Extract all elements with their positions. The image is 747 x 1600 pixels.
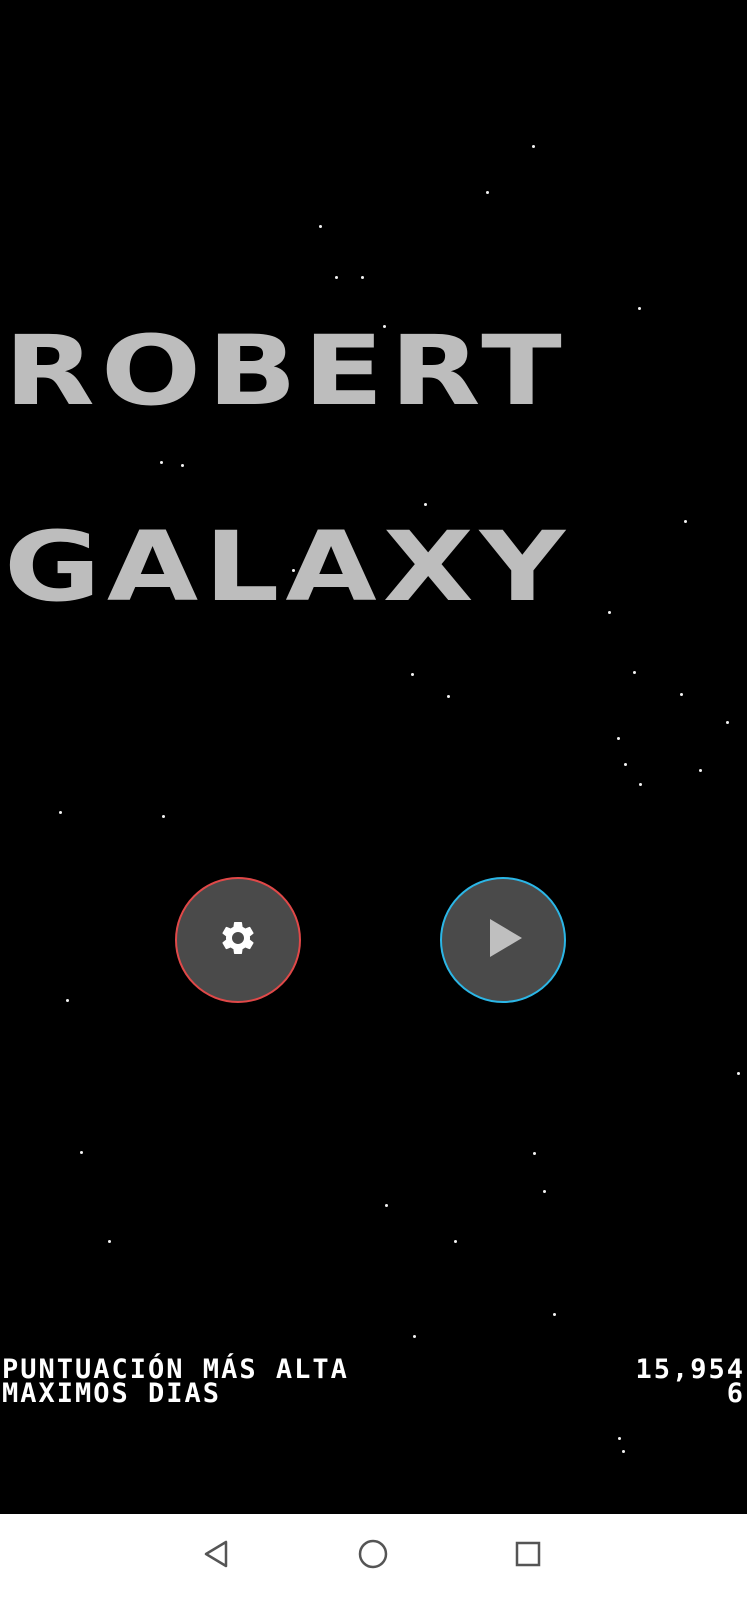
nav-home-button[interactable] — [353, 1536, 393, 1576]
game-title-line-1: ROBERT — [4, 313, 568, 427]
star — [454, 1240, 457, 1243]
star — [617, 737, 620, 740]
stats-panel: PUNTUACIÓN MÁS ALTA 15,954 MAXIMOS DIAS … — [2, 1356, 745, 1409]
star — [684, 520, 687, 523]
star — [59, 811, 62, 814]
star — [622, 1450, 625, 1453]
stat-row-max-days: MAXIMOS DIAS 6 — [2, 1378, 745, 1409]
star — [413, 1335, 416, 1338]
star — [680, 693, 683, 696]
settings-button[interactable] — [175, 877, 301, 1003]
star — [533, 1152, 536, 1155]
screen: ROBERT GALAXY PUNTUACIÓN MÁS ALTA 15,954 — [0, 0, 747, 1600]
star — [737, 1072, 740, 1075]
nav-back-button[interactable] — [197, 1536, 237, 1576]
star — [699, 769, 702, 772]
star — [638, 307, 641, 310]
nav-recent-apps-button[interactable] — [508, 1536, 548, 1576]
star — [385, 1204, 388, 1207]
star — [726, 721, 729, 724]
star — [639, 783, 642, 786]
star — [532, 145, 535, 148]
recent-apps-icon — [513, 1539, 543, 1573]
max-days-label: MAXIMOS DIAS — [2, 1378, 222, 1409]
star — [162, 815, 165, 818]
star — [160, 461, 163, 464]
star — [361, 276, 364, 279]
star — [80, 1151, 83, 1154]
home-circle-icon — [357, 1538, 389, 1574]
play-button[interactable] — [440, 877, 566, 1003]
star — [181, 464, 184, 467]
star — [624, 763, 627, 766]
star — [66, 999, 69, 1002]
star — [319, 225, 322, 228]
star — [447, 695, 450, 698]
star — [335, 276, 338, 279]
game-area: ROBERT GALAXY PUNTUACIÓN MÁS ALTA 15,954 — [0, 0, 747, 1514]
back-triangle-icon — [202, 1539, 232, 1573]
play-icon — [480, 915, 526, 965]
game-title-line-2: GALAXY — [4, 509, 572, 623]
star — [543, 1190, 546, 1193]
gear-icon — [218, 918, 258, 962]
system-navigation-bar — [0, 1514, 747, 1600]
max-days-value: 6 — [726, 1378, 745, 1409]
star — [633, 671, 636, 674]
star — [411, 673, 414, 676]
star — [424, 503, 427, 506]
star — [618, 1437, 621, 1440]
star — [553, 1313, 556, 1316]
star — [608, 611, 611, 614]
star — [486, 191, 489, 194]
star — [108, 1240, 111, 1243]
